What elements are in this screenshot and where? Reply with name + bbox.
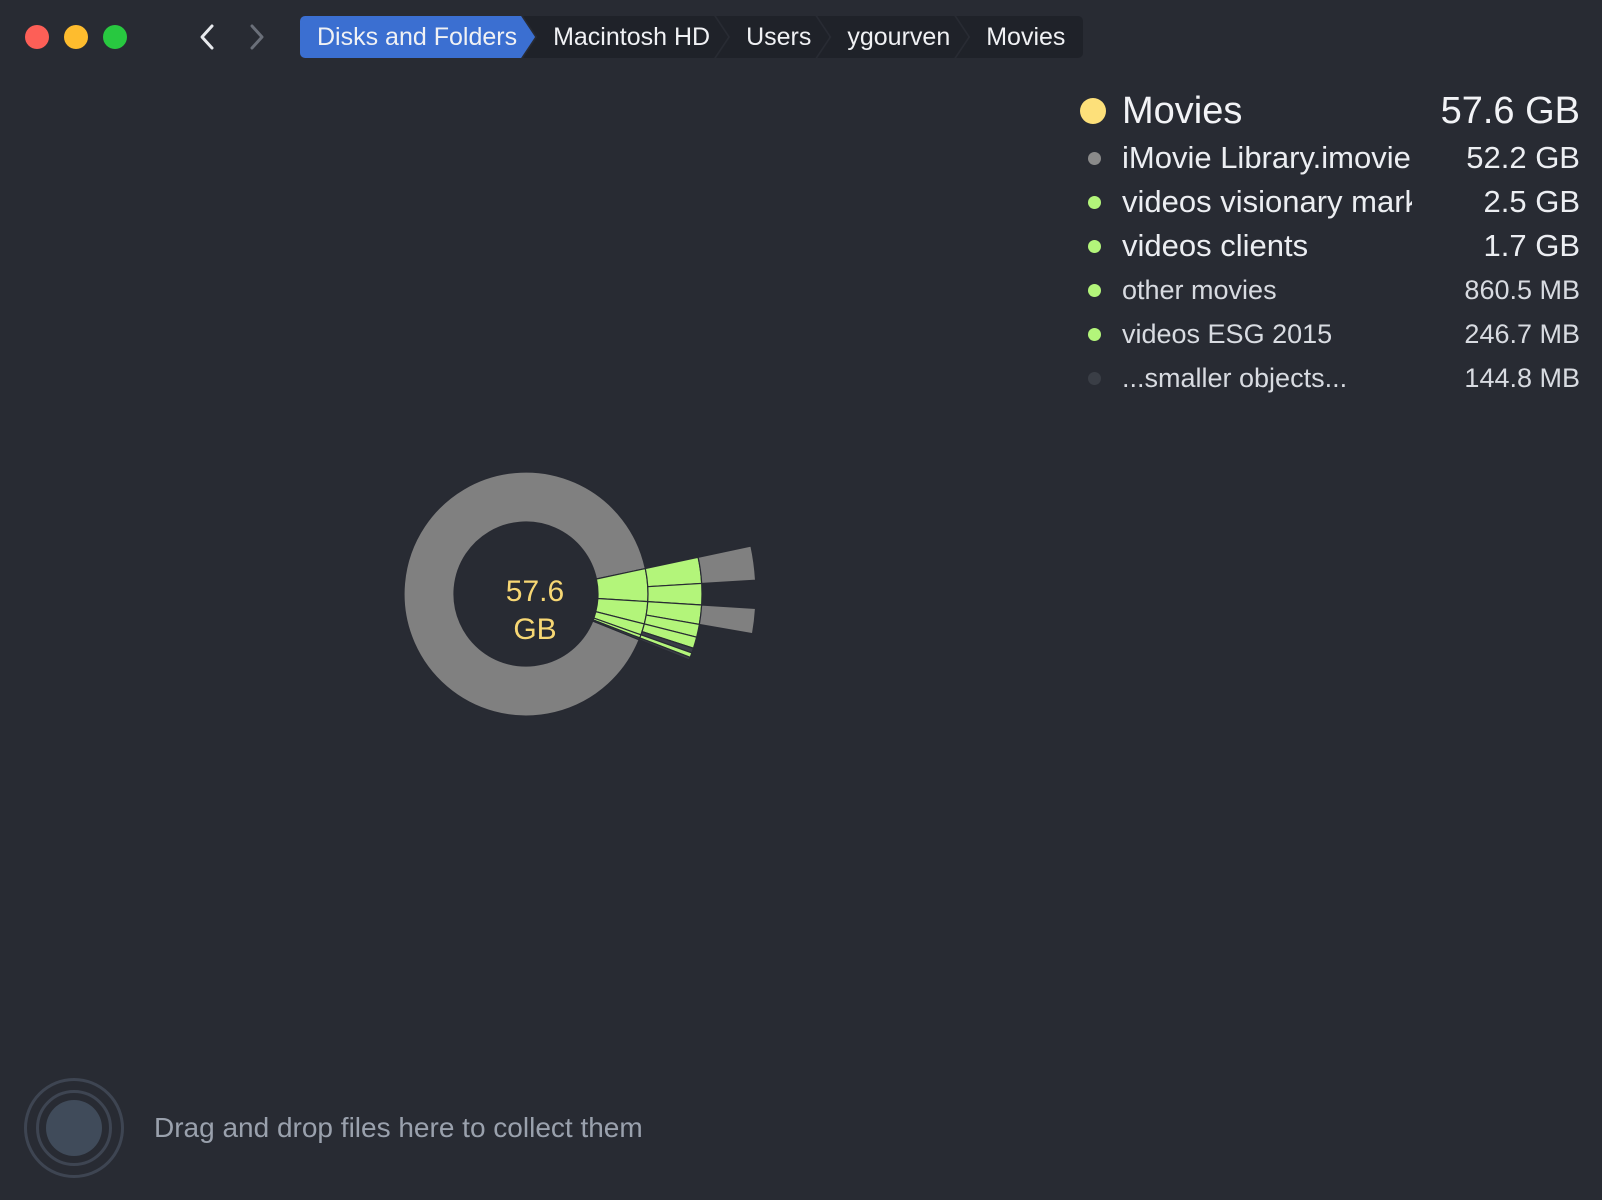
chart-center-label: 57.6 GB	[480, 573, 590, 649]
chart-center-unit: GB	[513, 613, 557, 646]
legend-item-size: 860.5 MB	[1464, 274, 1580, 305]
minimize-button[interactable]	[64, 25, 88, 49]
breadcrumb: Disks and Folders Macintosh HD Users ygo…	[300, 16, 1084, 58]
legend-header-name: Movies	[1122, 89, 1243, 132]
collector-icon[interactable]	[24, 1078, 124, 1178]
chart-subslice-outer[interactable]	[698, 604, 757, 635]
app-window: Disks and Folders Macintosh HD Users ygo…	[0, 0, 1602, 1200]
forward-button[interactable]	[238, 18, 276, 56]
legend-item-dot	[1088, 371, 1101, 385]
legend-item-size: 246.7 MB	[1464, 318, 1580, 349]
breadcrumb-macintosh-hd[interactable]: Macintosh HD	[523, 16, 728, 58]
legend-header[interactable]: Movies 57.6 GB	[1080, 86, 1580, 136]
legend-item[interactable]: videos ESG 2015 246.7 MB	[1080, 312, 1580, 356]
sunburst-chart[interactable]	[400, 470, 780, 740]
legend-item[interactable]: ...smaller objects... 144.8 MB	[1080, 356, 1580, 400]
legend-item-name: videos ESG 2015	[1122, 318, 1333, 349]
back-button[interactable]	[188, 18, 226, 56]
legend-item-dot	[1088, 327, 1101, 341]
legend-item-dot	[1088, 283, 1101, 297]
legend-item-size: 144.8 MB	[1464, 362, 1580, 393]
legend-item-name: videos clients	[1122, 228, 1309, 263]
folder-legend: Movies 57.6 GB iMovie Library.imovielibr…	[1080, 86, 1580, 400]
drop-zone[interactable]: Drag and drop files here to collect them	[24, 1078, 643, 1178]
traffic-lights	[25, 25, 127, 49]
legend-item[interactable]: other movies 860.5 MB	[1080, 268, 1580, 312]
legend-item[interactable]: videos clients 1.7 GB	[1080, 224, 1580, 268]
legend-item-size: 52.2 GB	[1466, 140, 1580, 175]
breadcrumb-users[interactable]: Users	[716, 16, 829, 58]
breadcrumb-movies[interactable]: Movies	[956, 16, 1084, 58]
drop-zone-text: Drag and drop files here to collect them	[154, 1112, 643, 1143]
zoom-button[interactable]	[103, 25, 127, 49]
legend-item-name: iMovie Library.imovielibrary	[1122, 140, 1412, 175]
legend-item-size: 2.5 GB	[1483, 184, 1581, 219]
legend-header-dot	[1080, 98, 1106, 124]
legend-item[interactable]: videos visionary marketing 2.5 GB	[1080, 180, 1580, 224]
chart-subslice-outer[interactable]	[697, 545, 757, 585]
chevron-left-icon	[200, 24, 214, 50]
legend-item-name: videos visionary marketing	[1122, 184, 1412, 219]
chevron-right-icon	[250, 24, 264, 50]
chart-subslice[interactable]	[644, 556, 703, 588]
navigation	[188, 18, 276, 56]
legend-header-size: 57.6 GB	[1440, 89, 1580, 132]
breadcrumb-disks-and-folders[interactable]: Disks and Folders	[300, 16, 535, 58]
legend-item-dot	[1088, 151, 1101, 165]
legend-item-dot	[1088, 239, 1101, 253]
chart-center-value: 57.6	[505, 575, 565, 608]
legend-item-name: other movies	[1122, 274, 1277, 305]
legend-item-dot	[1088, 195, 1101, 209]
breadcrumb-ygourven[interactable]: ygourven	[817, 16, 968, 58]
legend-item-name: ...smaller objects...	[1122, 362, 1348, 393]
legend-item[interactable]: iMovie Library.imovielibrary 52.2 GB	[1080, 136, 1580, 180]
legend-item-size: 1.7 GB	[1483, 228, 1581, 263]
close-button[interactable]	[25, 25, 49, 49]
